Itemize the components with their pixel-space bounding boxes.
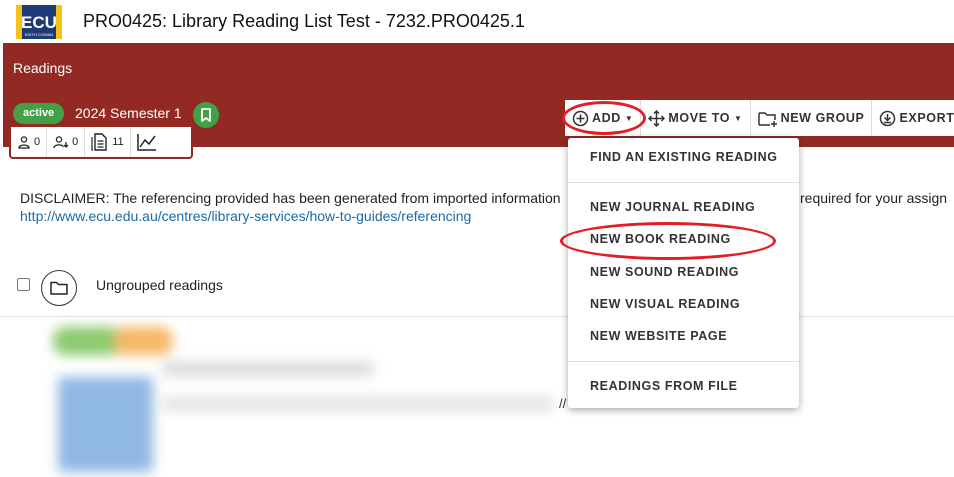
menu-item-new-journal[interactable]: NEW JOURNAL READING bbox=[590, 200, 755, 214]
export-label: EXPORT bbox=[899, 111, 954, 125]
folder-add-icon bbox=[757, 111, 777, 127]
person-icon bbox=[18, 136, 30, 149]
new-group-label: NEW GROUP bbox=[780, 111, 865, 125]
group-label: Ungrouped readings bbox=[96, 277, 223, 293]
stat-downloads[interactable]: 0 bbox=[47, 127, 86, 157]
blur-fragment: // bbox=[559, 396, 567, 411]
chart-icon bbox=[136, 134, 156, 151]
menu-divider bbox=[568, 361, 799, 362]
status-badge: active bbox=[13, 103, 65, 124]
new-group-button[interactable]: NEW GROUP bbox=[751, 100, 873, 136]
move-to-button[interactable]: MOVE TO ▼ bbox=[641, 100, 751, 136]
disclaimer-text-tail: required for your assign bbox=[800, 190, 948, 206]
person-download-icon bbox=[53, 136, 69, 149]
add-label: ADD bbox=[592, 111, 621, 125]
folder-button[interactable] bbox=[41, 270, 77, 306]
stat-analytics[interactable] bbox=[131, 127, 163, 157]
referencing-link[interactable]: http://www.ecu.edu.au/centres/library-se… bbox=[20, 208, 471, 224]
stat-documents[interactable]: 11 bbox=[85, 127, 131, 157]
stat-documents-value: 11 bbox=[112, 136, 124, 148]
menu-item-new-website[interactable]: NEW WEBSITE PAGE bbox=[590, 329, 727, 343]
add-dropdown-menu: FIND AN EXISTING READING NEW JOURNAL REA… bbox=[568, 138, 799, 408]
stat-downloads-value: 0 bbox=[72, 136, 79, 148]
move-to-label: MOVE TO bbox=[668, 111, 731, 125]
folder-icon bbox=[50, 281, 68, 295]
plus-circle-icon bbox=[572, 110, 589, 126]
menu-item-find-existing[interactable]: FIND AN EXISTING READING bbox=[590, 150, 778, 164]
menu-item-new-visual[interactable]: NEW VISUAL READING bbox=[590, 297, 740, 311]
readings-toolbar: ADD ▼ MOVE TO ▼ NEW GROUP EXPORT bbox=[565, 100, 954, 136]
top-bar: ECU EDITH COWAN PRO0425: Library Reading… bbox=[0, 0, 954, 43]
menu-item-new-sound[interactable]: NEW SOUND READING bbox=[590, 265, 739, 279]
add-button[interactable]: ADD ▼ bbox=[565, 100, 642, 136]
download-circle-icon bbox=[880, 110, 896, 126]
group-checkbox[interactable] bbox=[17, 278, 30, 291]
stat-students[interactable]: 0 bbox=[11, 127, 48, 157]
export-button[interactable]: EXPORT bbox=[872, 100, 954, 136]
blurred-reading-list bbox=[3, 317, 563, 477]
caret-down-icon: ▼ bbox=[624, 113, 634, 123]
move-arrows-icon bbox=[648, 109, 666, 127]
stat-students-value: 0 bbox=[34, 136, 41, 148]
menu-item-new-book[interactable]: NEW BOOK READING bbox=[590, 232, 731, 246]
menu-item-readings-from-file[interactable]: READINGS FROM FILE bbox=[590, 379, 738, 393]
document-icon bbox=[91, 133, 107, 151]
logo-subtext: EDITH COWAN bbox=[25, 32, 53, 37]
stats-bar: 0 0 11 bbox=[9, 127, 193, 159]
bookmark-icon bbox=[201, 108, 211, 122]
menu-divider bbox=[568, 182, 799, 183]
ungrouped-readings-row: Ungrouped readings bbox=[0, 262, 954, 317]
ecu-logo: ECU EDITH COWAN bbox=[16, 5, 62, 39]
caret-down-icon: ▼ bbox=[734, 113, 743, 123]
disclaimer-text: DISCLAIMER: The referencing provided has… bbox=[20, 190, 561, 206]
logo-text: ECU bbox=[21, 13, 57, 32]
semester-label: 2024 Semester 1 bbox=[75, 105, 182, 121]
page-title: PRO0425: Library Reading List Test - 723… bbox=[83, 11, 525, 31]
bookmark-button[interactable] bbox=[193, 102, 219, 128]
section-label: Readings bbox=[13, 60, 73, 76]
